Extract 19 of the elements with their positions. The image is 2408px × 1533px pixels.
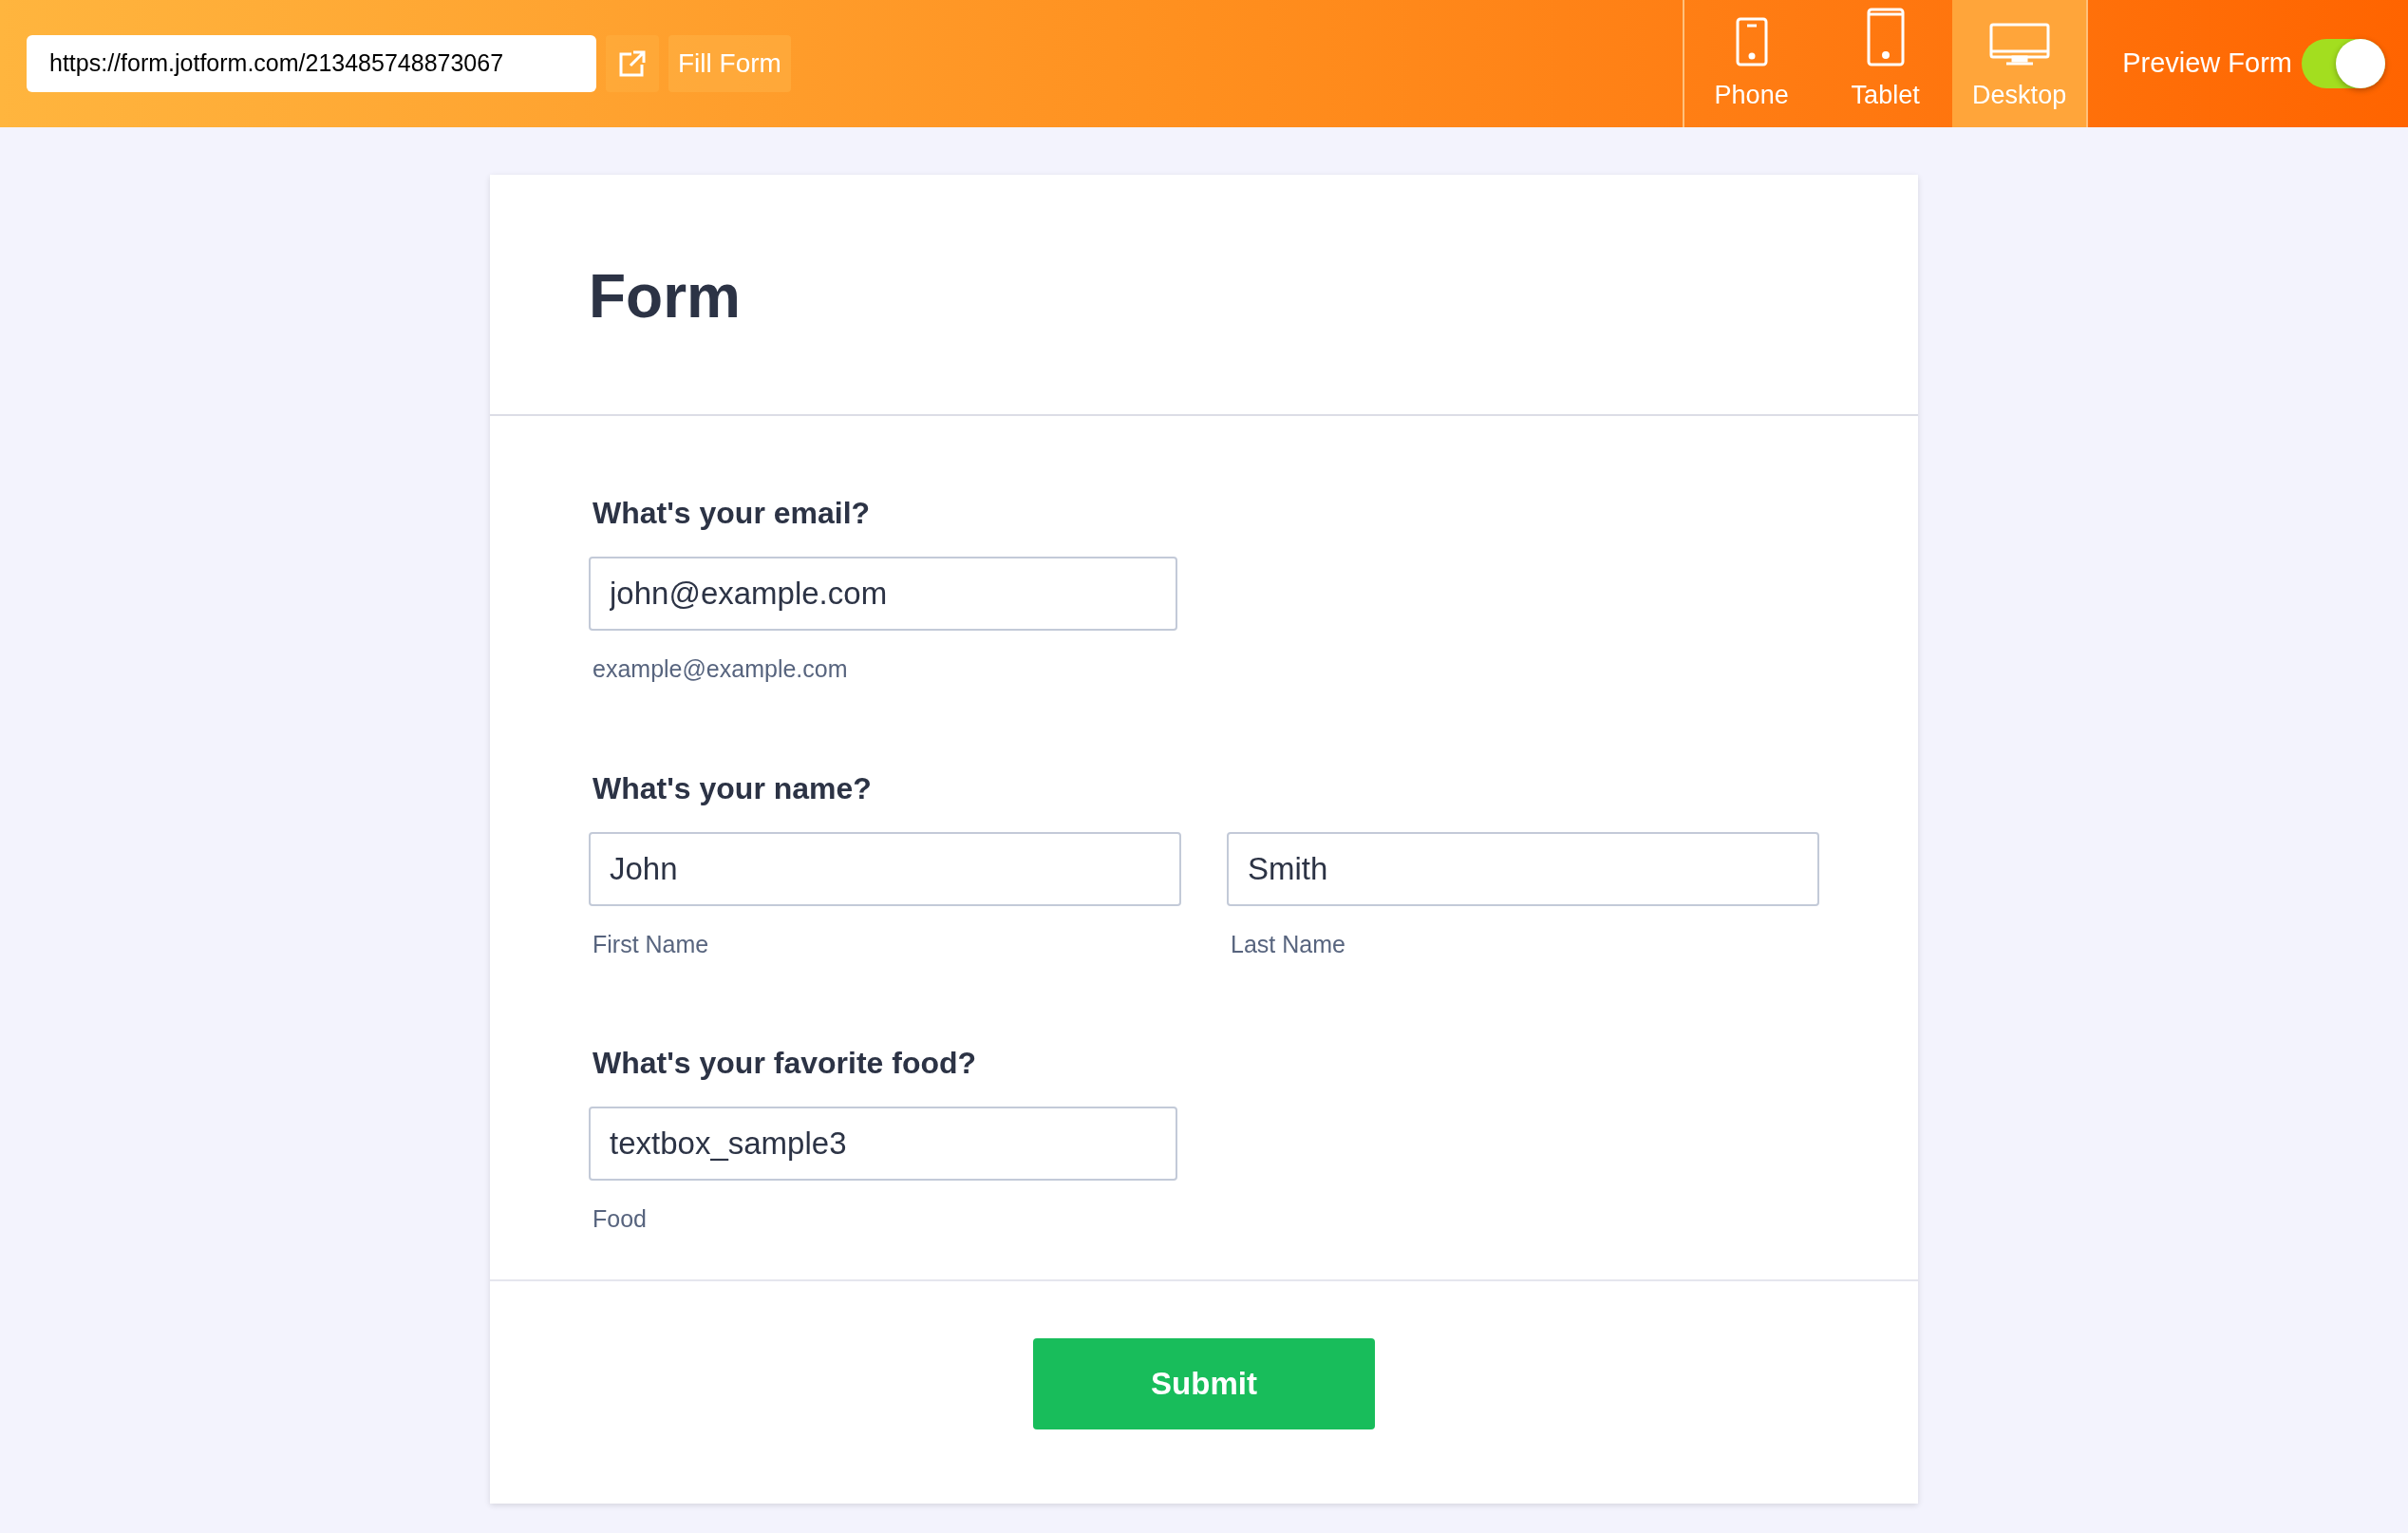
url-field[interactable]: https://form.jotform.com/213485748873067 — [27, 35, 596, 92]
open-link-button[interactable] — [606, 35, 659, 92]
text-field[interactable]: textbox_sample3 — [589, 1107, 1177, 1181]
preview-form-label: Preview Form — [2122, 47, 2292, 81]
question-label: What's your name? — [592, 769, 873, 807]
form-title: Form — [589, 261, 741, 332]
question-label: What's your favorite food? — [592, 1045, 978, 1082]
tablet-icon — [1866, 7, 1905, 66]
preview-toggle[interactable] — [2302, 39, 2385, 88]
text-field[interactable]: Smith — [1227, 831, 1819, 906]
text-field[interactable]: John — [589, 831, 1181, 906]
field-sublabel: example@example.com — [592, 654, 849, 684]
phone-icon — [1735, 16, 1768, 66]
question-label: What's your email? — [592, 495, 872, 532]
field-sublabel: First Name — [592, 929, 710, 959]
external-link-icon — [618, 49, 647, 78]
field-sublabel: Last Name — [1230, 929, 1346, 959]
monitor-icon — [1988, 22, 2050, 66]
field-sublabel: Food — [592, 1204, 648, 1234]
